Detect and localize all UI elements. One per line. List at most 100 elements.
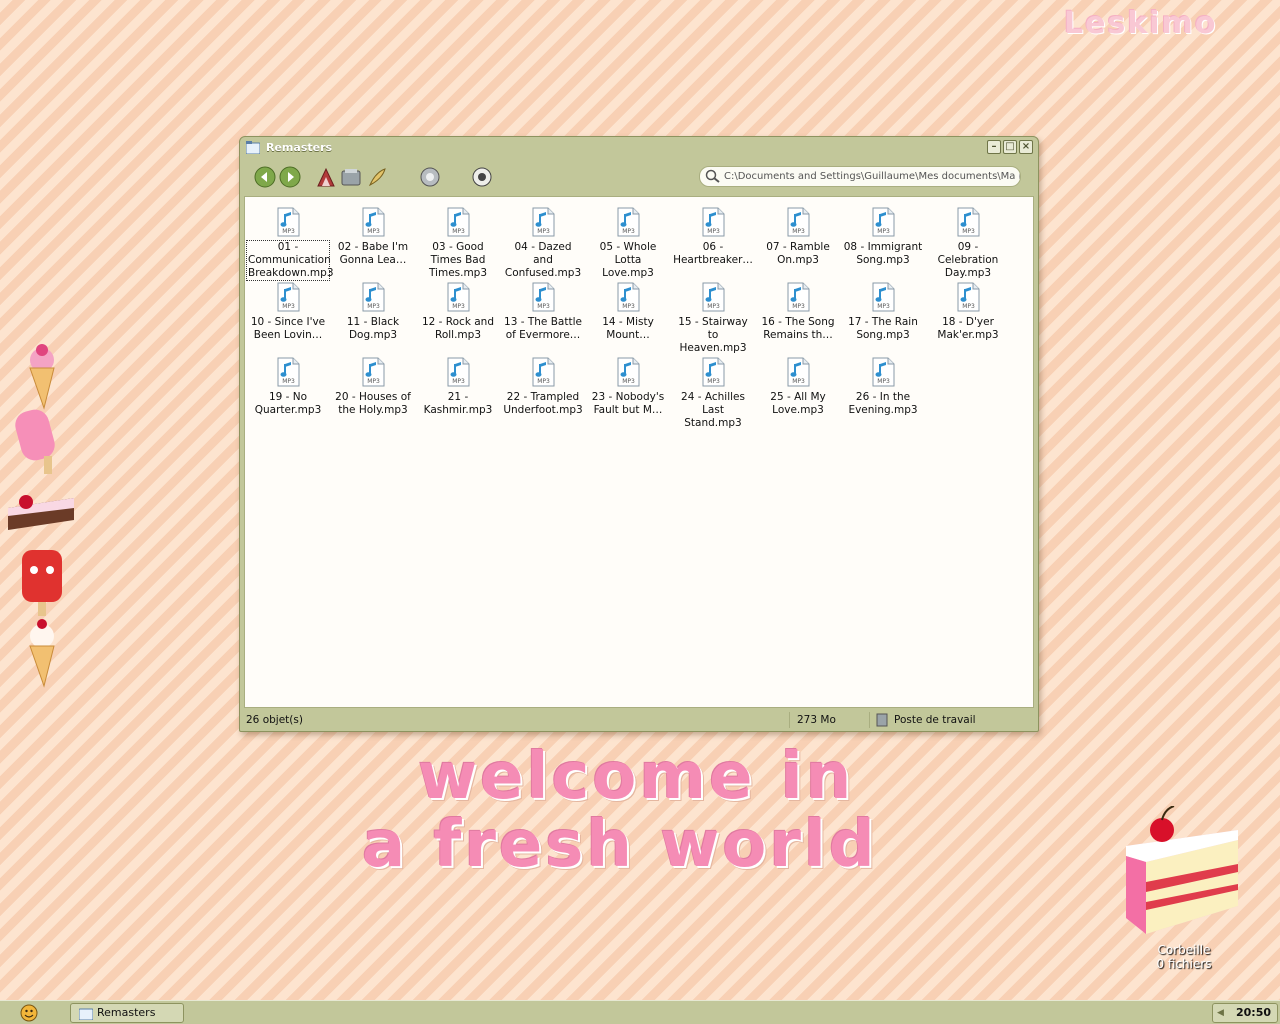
file-item[interactable]: MP3 17 - The Rain Song.mp3 <box>842 278 924 353</box>
file-item[interactable]: MP3 08 - Immigrant Song.mp3 <box>842 203 924 278</box>
svg-text:MP3: MP3 <box>537 378 550 385</box>
file-name: 03 - Good Times Bad Times.mp3 <box>428 241 488 279</box>
file-item[interactable]: MP3 07 - Ramble On.mp3 <box>757 203 839 278</box>
file-name: 08 - Immigrant Song.mp3 <box>843 241 923 266</box>
file-item[interactable]: MP3 24 - Achilles Last Stand.mp3 <box>672 353 754 429</box>
start-button-icon[interactable] <box>20 1004 38 1022</box>
svg-text:MP3: MP3 <box>792 378 805 385</box>
file-item[interactable]: MP3 20 - Houses of the Holy.mp3 <box>332 353 414 428</box>
recycle-bin-cake-icon[interactable] <box>1118 806 1248 946</box>
status-total-size: 273 Mo <box>797 714 836 726</box>
svg-text:MP3: MP3 <box>452 303 465 310</box>
svg-text:MP3: MP3 <box>537 228 550 235</box>
mp3-file-icon: MP3 <box>532 282 555 312</box>
file-item[interactable]: MP3 16 - The Song Remains th… <box>757 278 839 353</box>
close-button[interactable]: × <box>1019 140 1033 154</box>
recycle-bin-label[interactable]: Corbeille <box>1110 943 1258 957</box>
file-list-pane[interactable]: MP3 01 - Communication Breakdown.mp3 MP3 02… <box>244 196 1034 708</box>
file-item[interactable]: MP3 12 - Rock and Roll.mp3 <box>417 278 499 353</box>
file-name: 15 - Stairway to Heaven.mp3 <box>678 316 748 354</box>
mp3-file-icon: MP3 <box>362 282 385 312</box>
file-item[interactable]: MP3 02 - Babe I'm Gonna Lea… <box>332 203 414 278</box>
file-item[interactable]: MP3 26 - In the Evening.mp3 <box>842 353 924 428</box>
file-item[interactable]: MP3 13 - The Battle of Evermore… <box>502 278 584 353</box>
file-name: 07 - Ramble On.mp3 <box>766 241 830 266</box>
file-name: 01 - Communication Breakdown.mp3 <box>246 240 334 281</box>
svg-text:MP3: MP3 <box>877 303 890 310</box>
mp3-file-icon: MP3 <box>702 357 725 387</box>
mp3-file-icon: MP3 <box>277 282 300 312</box>
file-item[interactable]: MP3 04 - Dazed and Confused.mp3 <box>502 203 584 279</box>
recycle-bin-count: 0 fichiers <box>1156 957 1212 971</box>
brand-logo-text: Leskimo <box>1064 6 1218 41</box>
svg-text:MP3: MP3 <box>622 378 635 385</box>
forward-icon[interactable] <box>279 166 301 188</box>
svg-text:MP3: MP3 <box>282 378 295 385</box>
file-item[interactable]: MP3 25 - All My Love.mp3 <box>757 353 839 428</box>
svg-text:MP3: MP3 <box>367 228 380 235</box>
file-item[interactable]: MP3 05 - Whole Lotta Love.mp3 <box>587 203 669 279</box>
mp3-file-icon: MP3 <box>957 207 980 237</box>
file-item[interactable]: MP3 15 - Stairway to Heaven.mp3 <box>672 278 754 354</box>
clock: 20:50 <box>1235 1006 1271 1019</box>
file-name: 06 - Heartbreaker… <box>673 241 753 266</box>
file-item[interactable]: MP3 03 - Good Times Bad Times.mp3 <box>417 203 499 279</box>
file-item[interactable]: MP3 01 - Communication Breakdown.mp3 <box>246 203 334 281</box>
file-item[interactable]: MP3 10 - Since I've Been Lovin… <box>247 278 329 353</box>
status-bar: 26 objet(s) 273 Mo Poste de travail <box>244 710 1034 730</box>
minimize-button[interactable]: – <box>987 140 1001 154</box>
maximize-button[interactable]: □ <box>1003 140 1017 154</box>
svg-text:MP3: MP3 <box>367 378 380 385</box>
file-name: 19 - No Quarter.mp3 <box>254 391 322 416</box>
welcome-text-line2: a fresh world <box>362 808 878 882</box>
up-folder-icon[interactable] <box>315 166 337 188</box>
file-item[interactable]: MP3 06 - Heartbreaker… <box>672 203 754 278</box>
mp3-file-icon: MP3 <box>872 207 895 237</box>
file-item[interactable]: MP3 09 - Celebration Day.mp3 <box>927 203 1009 279</box>
mp3-file-icon: MP3 <box>617 207 640 237</box>
svg-text:MP3: MP3 <box>282 228 295 235</box>
mp3-file-icon: MP3 <box>447 357 470 387</box>
mp3-file-icon: MP3 <box>702 207 725 237</box>
status-location: Poste de travail <box>894 714 976 726</box>
file-item[interactable]: MP3 11 - Black Dog.mp3 <box>332 278 414 353</box>
view-eye-icon[interactable] <box>471 166 493 188</box>
mp3-file-icon: MP3 <box>702 282 725 312</box>
computer-icon <box>876 713 888 727</box>
red-popsicle-icon <box>22 550 62 616</box>
file-item[interactable]: MP3 23 - Nobody's Fault but M… <box>587 353 669 428</box>
svg-text:MP3: MP3 <box>707 378 720 385</box>
address-text: C:\Documents and Settings\Guillaume\Mes … <box>724 171 1021 182</box>
settings-gear-icon[interactable] <box>419 166 441 188</box>
popsicle-icon <box>15 409 55 474</box>
explorer-window[interactable]: Remasters – □ × C:\Documents and Setting… <box>239 136 1039 732</box>
svg-text:MP3: MP3 <box>282 303 295 310</box>
file-item[interactable]: MP3 21 - Kashmir.mp3 <box>417 353 499 428</box>
toolbar: C:\Documents and Settings\Guillaume\Mes … <box>244 159 1034 193</box>
file-item[interactable]: MP3 19 - No Quarter.mp3 <box>247 353 329 428</box>
svg-text:MP3: MP3 <box>452 378 465 385</box>
welcome-text-line1: welcome in <box>418 740 855 814</box>
folder-icon <box>79 1008 93 1020</box>
taskbar-button-remasters[interactable]: Remasters <box>70 1003 184 1023</box>
mp3-file-icon: MP3 <box>872 282 895 312</box>
file-item[interactable]: MP3 14 - Misty Mount… <box>587 278 669 353</box>
tray-expand-icon[interactable]: ◀ <box>1217 1008 1224 1018</box>
back-icon[interactable] <box>254 166 276 188</box>
svg-text:MP3: MP3 <box>962 303 975 310</box>
mp3-file-icon: MP3 <box>362 207 385 237</box>
file-name: 17 - The Rain Song.mp3 <box>848 316 918 341</box>
svg-text:MP3: MP3 <box>367 303 380 310</box>
file-name: 24 - Achilles Last Stand.mp3 <box>681 391 745 429</box>
folders-icon[interactable] <box>340 166 362 188</box>
edit-feather-icon[interactable] <box>366 166 388 188</box>
title-bar[interactable]: Remasters – □ × <box>240 137 1038 158</box>
system-tray[interactable]: ◀ 20:50 <box>1212 1003 1278 1023</box>
file-item[interactable]: MP3 22 - Trampled Underfoot.mp3 <box>502 353 584 428</box>
mp3-file-icon: MP3 <box>872 357 895 387</box>
mp3-file-icon: MP3 <box>277 207 300 237</box>
file-item[interactable]: MP3 18 - D'yer Mak'er.mp3 <box>927 278 1009 353</box>
address-bar[interactable]: C:\Documents and Settings\Guillaume\Mes … <box>699 166 1021 187</box>
file-name: 22 - Trampled Underfoot.mp3 <box>503 391 583 416</box>
file-name: 11 - Black Dog.mp3 <box>346 316 400 341</box>
